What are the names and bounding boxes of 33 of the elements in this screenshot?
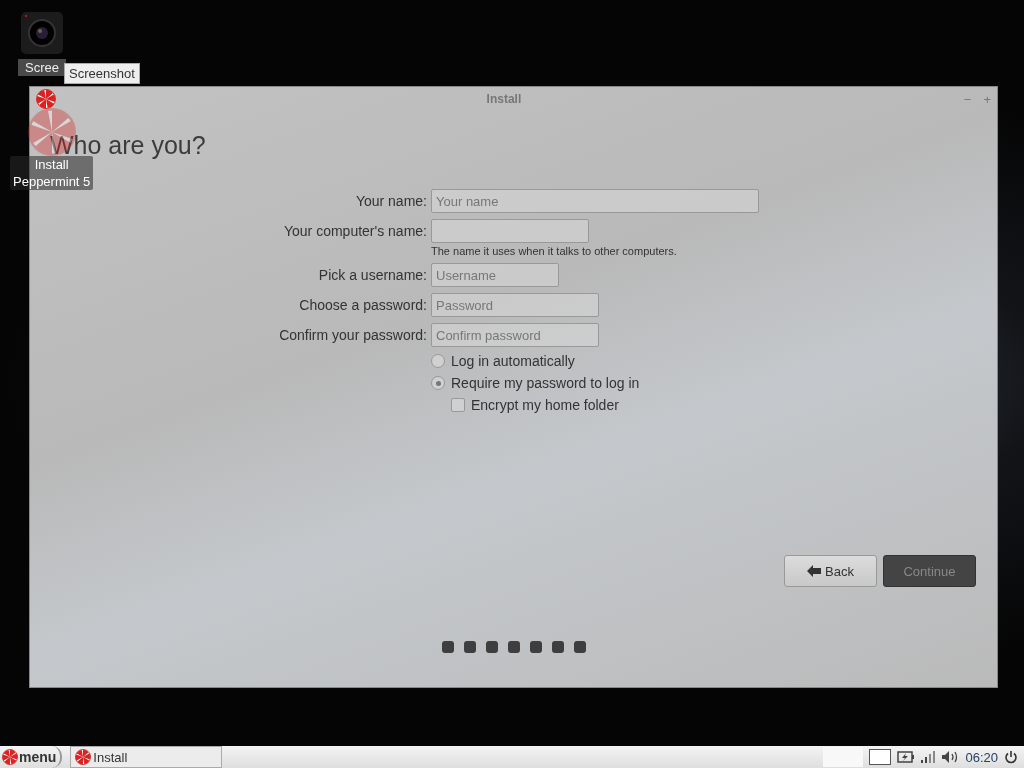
signal-icon[interactable] bbox=[921, 751, 936, 763]
power-icon[interactable] bbox=[1004, 750, 1018, 764]
option-label: Log in automatically bbox=[451, 353, 575, 369]
candy-icon bbox=[2, 749, 18, 765]
field-label: Choose a password: bbox=[298, 297, 427, 313]
field-label: Your name: bbox=[354, 193, 427, 209]
field-label: Pick a username: bbox=[317, 267, 427, 283]
back-arrow-icon bbox=[807, 565, 822, 577]
radio-button[interactable] bbox=[431, 376, 445, 390]
icon-label[interactable]: Scree bbox=[18, 59, 66, 76]
back-button[interactable]: Back bbox=[784, 555, 877, 587]
camera-icon[interactable] bbox=[20, 11, 64, 55]
tooltip: Screenshot bbox=[64, 63, 140, 84]
candy-icon bbox=[75, 749, 92, 765]
input-field[interactable]: Password bbox=[431, 293, 599, 317]
volume-icon[interactable] bbox=[941, 750, 960, 764]
input-field[interactable]: Confirm password bbox=[431, 323, 599, 347]
battery-icon[interactable] bbox=[897, 751, 916, 763]
option-label: Require my password to log in bbox=[451, 375, 640, 391]
window-title: Install bbox=[485, 92, 523, 106]
input-field[interactable]: Username bbox=[431, 263, 559, 287]
radio-button[interactable] bbox=[431, 354, 445, 368]
input-field[interactable]: Your name bbox=[431, 189, 759, 213]
clock-time: 06:20 bbox=[965, 749, 998, 765]
hint-text: The name it uses when it talks to other computers. bbox=[431, 245, 678, 257]
menu-button[interactable]: menu bbox=[0, 746, 63, 768]
checkbox[interactable] bbox=[451, 398, 465, 412]
workspace-icon[interactable] bbox=[869, 749, 892, 765]
input-field[interactable] bbox=[431, 219, 589, 243]
option-label: Encrypt my home folder bbox=[471, 397, 619, 413]
taskbar-task[interactable]: Install bbox=[70, 746, 223, 768]
field-label: Confirm your password: bbox=[278, 327, 427, 343]
field-label: Your computer's name: bbox=[283, 223, 427, 239]
